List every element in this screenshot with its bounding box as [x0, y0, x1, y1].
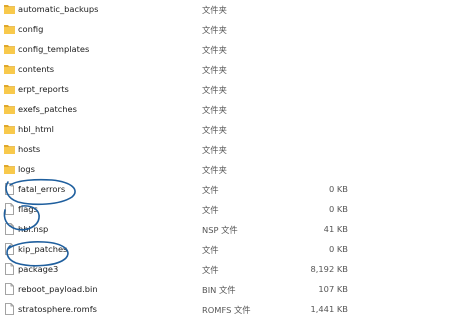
- file-row[interactable]: reboot_payload.bin BIN 文件 107 KB: [0, 280, 474, 300]
- file-name: hbl_html: [18, 124, 54, 134]
- file-name: kip_patches: [18, 244, 68, 254]
- folder-icon: [4, 23, 15, 35]
- file-type: 文件夹: [202, 45, 227, 55]
- file-row[interactable]: stratosphere.romfs ROMFS 文件 1,441 KB: [0, 300, 474, 320]
- folder-icon: [4, 3, 15, 15]
- file-size: 0 KB: [328, 204, 348, 214]
- file-icon: [4, 243, 15, 255]
- file-type: NSP 文件: [202, 225, 238, 235]
- file-type: 文件: [202, 185, 219, 195]
- folder-icon: [4, 123, 15, 135]
- file-name: erpt_reports: [18, 84, 69, 94]
- file-row[interactable]: logs 文件夹: [0, 160, 474, 180]
- file-type: ROMFS 文件: [202, 305, 251, 315]
- file-icon: [4, 223, 15, 235]
- file-size: 107 KB: [318, 284, 348, 294]
- file-type: 文件夹: [202, 165, 227, 175]
- file-type: 文件: [202, 265, 219, 275]
- file-row[interactable]: hbl_html 文件夹: [0, 120, 474, 140]
- file-size: 8,192 KB: [310, 264, 348, 274]
- file-row[interactable]: kip_patches 文件 0 KB: [0, 240, 474, 260]
- file-type: 文件夹: [202, 5, 227, 15]
- file-size: 0 KB: [328, 244, 348, 254]
- file-name: reboot_payload.bin: [18, 284, 98, 294]
- file-row[interactable]: config_templates 文件夹: [0, 40, 474, 60]
- folder-icon: [4, 163, 15, 175]
- file-size: 1,441 KB: [310, 304, 348, 314]
- file-name: stratosphere.romfs: [18, 304, 97, 314]
- file-name: automatic_backups: [18, 4, 99, 14]
- file-name: contents: [18, 64, 55, 74]
- file-row[interactable]: exefs_patches 文件夹: [0, 100, 474, 120]
- file-type: 文件夹: [202, 85, 227, 95]
- file-icon: [4, 183, 15, 195]
- file-row[interactable]: hbl.nsp NSP 文件 41 KB: [0, 220, 474, 240]
- file-row[interactable]: config 文件夹: [0, 20, 474, 40]
- file-icon: [4, 203, 15, 215]
- folder-icon: [4, 83, 15, 95]
- file-row[interactable]: flags 文件 0 KB: [0, 200, 474, 220]
- file-type: 文件夹: [202, 125, 227, 135]
- file-name: hosts: [18, 144, 41, 154]
- file-name: fatal_errors: [18, 184, 66, 194]
- file-name: package3: [18, 264, 59, 274]
- file-size: 41 KB: [323, 224, 348, 234]
- file-row[interactable]: contents 文件夹: [0, 60, 474, 80]
- file-type: BIN 文件: [202, 285, 236, 295]
- folder-icon: [4, 43, 15, 55]
- file-name: logs: [18, 164, 35, 174]
- file-row[interactable]: erpt_reports 文件夹: [0, 80, 474, 100]
- folder-icon: [4, 63, 15, 75]
- file-icon: [4, 303, 15, 315]
- file-list: automatic_backups 文件夹 config 文件夹 config_…: [0, 0, 474, 333]
- file-name: flags: [18, 204, 38, 214]
- file-name: config_templates: [18, 44, 90, 54]
- file-size: 0 KB: [328, 184, 348, 194]
- file-name: hbl.nsp: [18, 224, 49, 234]
- folder-icon: [4, 143, 15, 155]
- file-type: 文件夹: [202, 105, 227, 115]
- folder-icon: [4, 103, 15, 115]
- file-type: 文件夹: [202, 65, 227, 75]
- file-type: 文件夹: [202, 25, 227, 35]
- file-row[interactable]: fatal_errors 文件 0 KB: [0, 180, 474, 200]
- file-row[interactable]: hosts 文件夹: [0, 140, 474, 160]
- file-icon: [4, 283, 15, 295]
- file-icon: [4, 263, 15, 275]
- file-type: 文件: [202, 205, 219, 215]
- file-type: 文件: [202, 245, 219, 255]
- file-name: config: [18, 24, 44, 34]
- file-row[interactable]: automatic_backups 文件夹: [0, 0, 474, 20]
- file-row[interactable]: package3 文件 8,192 KB: [0, 260, 474, 280]
- file-name: exefs_patches: [18, 104, 77, 114]
- file-type: 文件夹: [202, 145, 227, 155]
